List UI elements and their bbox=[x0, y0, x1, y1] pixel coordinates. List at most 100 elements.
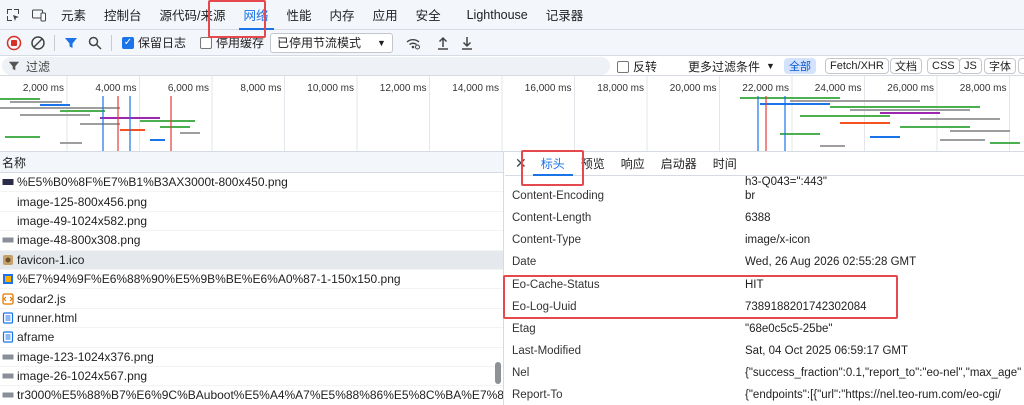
timeline-tick-label: 10,000 ms bbox=[307, 83, 354, 94]
request-row[interactable]: aframe bbox=[0, 328, 503, 348]
filter-icon[interactable] bbox=[59, 31, 83, 55]
timeline-tick-label: 18,000 ms bbox=[597, 83, 644, 94]
disable-cache-checkbox[interactable]: 停用缓存 bbox=[200, 34, 264, 51]
request-row[interactable]: favicon-1.ico bbox=[0, 250, 503, 270]
inspect-element-icon[interactable] bbox=[0, 0, 26, 30]
import-har-icon[interactable] bbox=[431, 31, 455, 55]
filter-input[interactable]: 过滤 bbox=[2, 57, 610, 75]
tab-5[interactable]: 内存 bbox=[321, 0, 364, 30]
timeline-tick-label: 4,000 ms bbox=[95, 83, 136, 94]
timeline-tick-label: 20,000 ms bbox=[670, 83, 717, 94]
header-key: Last-Modified bbox=[512, 345, 582, 357]
export-har-icon[interactable] bbox=[455, 31, 479, 55]
detail-tab-0[interactable]: 标头 bbox=[532, 152, 573, 176]
waterfall-bar bbox=[850, 109, 970, 111]
script-file-icon bbox=[2, 292, 14, 305]
waterfall-bar bbox=[760, 103, 830, 105]
detail-tab-2[interactable]: 响应 bbox=[613, 152, 653, 176]
favicon-file-icon bbox=[3, 254, 13, 265]
header-row: Eo-Log-Uuid 7389188201742302084 bbox=[512, 296, 1022, 318]
network-toolbar: ✓ 保留日志 停用缓存 已停用节流模式 ▼ bbox=[0, 30, 1024, 56]
scrollbar-thumb[interactable] bbox=[495, 362, 501, 384]
waterfall-bar bbox=[10, 101, 62, 103]
tab-7[interactable]: 安全 bbox=[407, 0, 450, 30]
devtools-tab-bar: 元素 控制台 源代码/来源 网络 性能 内存 应用 安全 Lighthouse 记录器 bbox=[0, 0, 1024, 30]
waterfall-bar bbox=[820, 145, 845, 147]
invert-checkbox[interactable]: 反转 bbox=[617, 58, 657, 75]
header-value: HIT bbox=[745, 279, 764, 291]
waterfall-bar bbox=[740, 97, 840, 99]
waterfall-bar bbox=[870, 136, 900, 138]
request-row[interactable]: runner.html bbox=[0, 309, 503, 329]
more-filters-dropdown[interactable]: 更多过滤条件 ▼ bbox=[688, 58, 775, 74]
record-button[interactable] bbox=[2, 31, 26, 55]
checkmark-icon: ✓ bbox=[122, 36, 134, 49]
request-row[interactable]: %E7%94%9F%E6%88%90%E5%9B%BE%E6%A0%87-1-1… bbox=[0, 270, 503, 290]
request-row[interactable]: image-125-800x456.png bbox=[0, 192, 503, 212]
waterfall-bar bbox=[830, 106, 980, 108]
request-name: %E7%94%9F%E6%88%90%E5%9B%BE%E6%A0%87-1-1… bbox=[17, 272, 401, 287]
type-filter-js[interactable]: JS bbox=[959, 58, 982, 74]
detail-tab-4[interactable]: 时间 bbox=[705, 152, 745, 176]
clear-button[interactable] bbox=[26, 31, 50, 55]
type-filter-css[interactable]: CSS bbox=[927, 58, 960, 74]
tab-6[interactable]: 应用 bbox=[364, 0, 407, 30]
search-icon[interactable] bbox=[83, 31, 107, 55]
header-key: Etag bbox=[512, 323, 536, 335]
request-details-pane: ✕ 标头 预览 响应 启动器 时间 h3-Q043=":443" Content-Enco… bbox=[505, 152, 1024, 405]
request-row[interactable]: image-48-800x308.png bbox=[0, 231, 503, 251]
header-key: Eo-Cache-Status bbox=[512, 279, 600, 291]
request-name: tr3000%E5%88%B7%E6%9C%BAuboot%E5%A4%A7%E… bbox=[17, 388, 504, 403]
waterfall-bar bbox=[80, 123, 120, 125]
image-file-icon bbox=[2, 179, 14, 186]
preserve-log-checkbox[interactable]: ✓ 保留日志 bbox=[122, 34, 186, 51]
request-row[interactable]: tr3000%E5%88%B7%E6%9C%BAuboot%E5%A4%A7%E… bbox=[0, 386, 503, 405]
timeline-tick-label: 16,000 ms bbox=[525, 83, 572, 94]
header-key: Content-Encoding bbox=[512, 190, 605, 202]
request-row[interactable]: image-26-1024x567.png bbox=[0, 367, 503, 387]
header-row: Content-Type image/x-icon bbox=[512, 229, 1022, 251]
throttle-select[interactable]: 已停用节流模式 ▼ bbox=[270, 32, 393, 53]
request-name: image-125-800x456.png bbox=[17, 194, 148, 209]
detail-tab-1[interactable]: 预览 bbox=[573, 152, 613, 176]
header-value: "68e0c5c5-25be" bbox=[745, 323, 833, 335]
request-name: sodar2.js bbox=[17, 291, 66, 306]
type-filter-fetch-xhr[interactable]: Fetch/XHR bbox=[825, 58, 889, 74]
request-row[interactable]: %E5%B0%8F%E7%B1%B3AX3000t-800x450.png bbox=[0, 173, 503, 193]
tab-8[interactable]: Lighthouse bbox=[458, 0, 537, 30]
tab-1[interactable]: 控制台 bbox=[95, 0, 151, 30]
detail-tabs: ✕ 标头 预览 响应 启动器 时间 bbox=[505, 152, 1024, 176]
image-file-icon bbox=[2, 237, 14, 243]
preserve-log-label: 保留日志 bbox=[138, 36, 187, 50]
tab-0[interactable]: 元素 bbox=[52, 0, 95, 30]
type-filter-more[interactable] bbox=[1018, 58, 1024, 74]
timeline-overview[interactable]: 2,000 ms 4,000 ms 6,000 ms 8,000 ms 10,000 m… bbox=[0, 76, 1024, 152]
network-conditions-icon[interactable] bbox=[401, 31, 425, 55]
header-value: 6388 bbox=[745, 212, 771, 224]
tab-4[interactable]: 性能 bbox=[278, 0, 321, 30]
type-filter-doc[interactable]: 文档 bbox=[890, 58, 922, 74]
tab-3[interactable]: 网络 bbox=[235, 0, 278, 30]
request-row[interactable]: image-123-1024x376.png bbox=[0, 348, 503, 367]
request-name: %E5%B0%8F%E7%B1%B3AX3000t-800x450.png bbox=[17, 175, 288, 190]
waterfall-bar bbox=[920, 118, 1000, 120]
waterfall-bar bbox=[5, 136, 40, 138]
header-row: Last-Modified Sat, 04 Oct 2025 06:59:17 G… bbox=[512, 340, 1022, 362]
name-column-header[interactable]: 名称 bbox=[0, 152, 503, 173]
tab-2[interactable]: 源代码/来源 bbox=[151, 0, 235, 30]
type-filter-all[interactable]: 全部 bbox=[784, 58, 816, 74]
image-file-icon bbox=[2, 354, 14, 360]
type-filter-font[interactable]: 字体 bbox=[984, 58, 1016, 74]
device-toolbar-icon[interactable] bbox=[26, 0, 52, 30]
throttle-value: 已停用节流模式 bbox=[277, 36, 362, 50]
header-value: br bbox=[745, 190, 756, 202]
request-row[interactable]: image-49-1024x582.png bbox=[0, 212, 503, 232]
request-row[interactable]: sodar2.js bbox=[0, 289, 503, 309]
waterfall-bar bbox=[900, 126, 970, 128]
header-key: Content-Type bbox=[512, 234, 582, 246]
detail-tab-3[interactable]: 启动器 bbox=[653, 152, 705, 176]
tab-9[interactable]: 记录器 bbox=[537, 0, 593, 30]
header-row: Etag "68e0c5c5-25be" bbox=[512, 318, 1022, 340]
close-icon[interactable]: ✕ bbox=[515, 155, 527, 172]
waterfall-bar bbox=[0, 98, 40, 100]
